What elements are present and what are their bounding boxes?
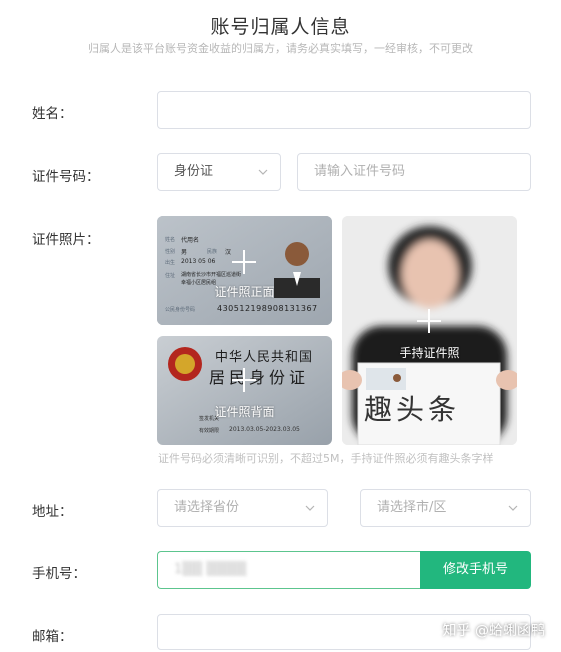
- page-title: 账号归属人信息: [210, 16, 351, 38]
- back-country: 中华人民共和国: [215, 350, 314, 365]
- city-placeholder: 请选择市/区: [377, 500, 447, 515]
- front-nation-value: 汉: [225, 249, 232, 256]
- front-sex-key: 性别: [165, 249, 176, 255]
- phone-input[interactable]: 1▒▒ ▒▒▒▒: [157, 551, 421, 589]
- front-name-value: 代用名: [181, 237, 200, 244]
- front-name-key: 姓名: [165, 237, 176, 243]
- id-back-label: 证件照背面: [214, 405, 275, 419]
- phone-value: 1▒▒ ▒▒▒▒: [174, 562, 247, 577]
- front-birth-value: 2013 05 06: [181, 258, 216, 265]
- id-number-placeholder: 请输入证件号码: [314, 164, 406, 179]
- province-placeholder: 请选择省份: [174, 500, 240, 515]
- id-type-value: 身份证: [174, 164, 214, 179]
- id-front-upload[interactable]: 姓名 代用名 性别 男 民族 汉 出生 2013 05 06 住址 湖南省长沙市…: [157, 216, 332, 325]
- id-photos-label: 证件照片：: [32, 232, 100, 248]
- plus-icon: [232, 250, 256, 274]
- page-subtitle: 归属人是该平台账号资金收益的归属方，请务必真实填写，一经审核，不可更改: [88, 42, 473, 55]
- watermark: 知乎 @蛤蜊函鸭: [442, 623, 545, 639]
- name-input[interactable]: [157, 91, 531, 129]
- chevron-down-icon: [508, 505, 518, 511]
- id-type-select[interactable]: 身份证: [157, 153, 281, 191]
- id-front-label: 证件照正面: [214, 285, 275, 299]
- back-doc-name: 居民身份证: [209, 368, 310, 387]
- id-number-input[interactable]: 请输入证件号码: [297, 153, 531, 191]
- front-id-value: 430512198908131367: [217, 304, 318, 313]
- province-select[interactable]: 请选择省份: [157, 489, 328, 527]
- city-select[interactable]: 请选择市/区: [360, 489, 531, 527]
- chevron-down-icon: [258, 169, 268, 175]
- plus-icon: [417, 309, 441, 333]
- hand-sign-text: 趣头条: [364, 393, 461, 426]
- address-label: 地址：: [32, 504, 73, 520]
- id-photo-hint: 证件号码必须清晰可识别，不超过5M，手持证件照必须有趣头条字样: [158, 452, 494, 465]
- id-number-label: 证件号码：: [32, 169, 100, 185]
- front-nation-key: 民族: [207, 249, 218, 255]
- front-birth-key: 出生: [165, 260, 176, 266]
- back-validity-key: 有效期限: [199, 428, 220, 434]
- front-id-key: 公民身份号码: [165, 307, 196, 313]
- front-sex-value: 男: [181, 249, 188, 256]
- phone-label: 手机号：: [32, 566, 86, 582]
- name-label: 姓名：: [32, 106, 73, 122]
- change-phone-button[interactable]: 修改手机号: [420, 551, 531, 589]
- email-label: 邮箱：: [32, 629, 73, 645]
- front-address-key: 住址: [165, 273, 176, 279]
- id-hand-upload[interactable]: 趣头条 手持证件照: [342, 216, 517, 445]
- plus-icon: [232, 368, 256, 392]
- chevron-down-icon: [305, 505, 315, 511]
- id-back-upload[interactable]: 中华人民共和国 居民身份证 签发机关 有效期限 2013.03.05-2023.…: [157, 336, 332, 445]
- back-validity-value: 2013.03.05-2023.03.05: [229, 426, 300, 433]
- id-hand-label: 手持证件照: [399, 346, 460, 360]
